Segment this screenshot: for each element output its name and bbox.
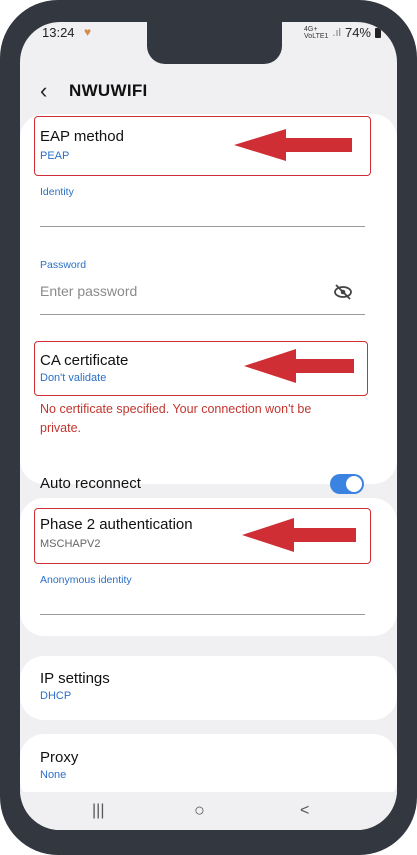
show-password-icon[interactable] <box>333 282 353 302</box>
proxy-label: Proxy <box>40 749 79 766</box>
password-underline <box>40 314 365 315</box>
navigation-bar: ||| ○ < <box>20 792 397 830</box>
battery-percent: 74% <box>344 25 371 40</box>
app-header: ‹ NWUWIFI <box>20 74 397 114</box>
status-right: 4G+ VoLTE1 .ıl 74% <box>304 25 381 40</box>
identity-underline <box>40 226 365 227</box>
identity-label: Identity <box>40 186 74 198</box>
annotation-arrow-eap <box>234 129 352 161</box>
anonymous-identity-label: Anonymous identity <box>40 574 132 586</box>
auto-reconnect-row: Auto reconnect <box>20 468 397 498</box>
heart-icon: ♥ <box>84 25 92 39</box>
recents-icon[interactable]: ||| <box>92 802 104 820</box>
password-field[interactable]: Enter password <box>40 283 137 299</box>
auto-reconnect-toggle[interactable] <box>330 474 364 494</box>
home-icon[interactable]: ○ <box>194 800 205 821</box>
ip-settings-label: IP settings <box>40 670 110 687</box>
network-indicator: 4G+ VoLTE1 <box>304 25 329 40</box>
anonymous-identity-field[interactable] <box>40 590 365 614</box>
nav-back-icon[interactable]: < <box>300 802 309 820</box>
toggle-knob <box>346 476 362 492</box>
identity-field[interactable] <box>40 200 365 224</box>
ip-settings-item[interactable]: IP settings DHCP <box>20 656 397 720</box>
camera-notch <box>147 22 282 64</box>
auto-reconnect-label: Auto reconnect <box>40 475 141 492</box>
back-arrow-icon[interactable]: ‹ <box>40 78 47 104</box>
status-time: 13:24 <box>42 25 75 40</box>
annotation-arrow-phase2 <box>242 518 356 552</box>
password-label: Password <box>40 259 87 271</box>
page-title: NWUWIFI <box>69 81 148 100</box>
certificate-warning: No certificate specified. Your connectio… <box>40 402 312 435</box>
battery-icon <box>375 27 381 38</box>
annotation-arrow-ca <box>244 349 354 383</box>
ip-settings-value: DHCP <box>40 690 72 702</box>
proxy-value: None <box>40 769 67 781</box>
signal-icon: .ıl <box>332 26 341 39</box>
anonymous-identity-underline <box>40 614 365 615</box>
